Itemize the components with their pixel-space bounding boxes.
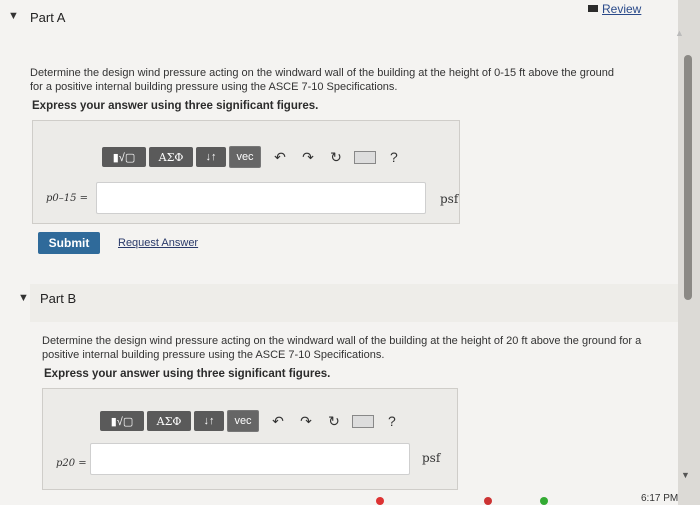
part-a-instruction: Express your answer using three signific… [32,100,319,112]
part-a-unit: psf [440,192,459,206]
vector-button[interactable]: vec [227,410,259,432]
arrows-button[interactable]: ↓↑ [194,411,224,431]
collapse-caret-part-a[interactable]: ▼ [8,10,19,22]
chevron-down-icon[interactable]: ▼ [681,470,690,480]
keyboard-icon[interactable] [352,414,374,428]
part-b-unit: psf [422,451,441,465]
part-b-header-band [30,284,678,322]
keyboard-icon[interactable] [354,150,376,164]
undo-icon[interactable]: ↶ [266,413,290,430]
part-a-variable-label: p0–15 = [46,193,89,204]
submit-button[interactable]: Submit [38,232,100,254]
taskbar-app-icon[interactable] [540,497,548,505]
vector-button[interactable]: vec [229,146,261,168]
part-a-question: Determine the design wind pressure actin… [30,67,614,93]
redo-icon[interactable]: ↷ [296,149,320,166]
greek-letters-button[interactable]: ΑΣΦ [149,147,193,167]
part-b-variable-label: p20 = [56,458,87,469]
scrollbar-thumb[interactable] [684,55,692,300]
review-label: Review [602,2,642,16]
help-icon[interactable]: ? [390,149,398,165]
system-clock: 6:17 PM [641,493,679,504]
part-b-math-toolbar: ▮√▢ ΑΣΦ ↓↑ vec ↶ ↷ ↻ ? [100,410,396,432]
part-a-math-toolbar: ▮√▢ ΑΣΦ ↓↑ vec ↶ ↷ ↻ ? [102,146,398,168]
greek-letters-button[interactable]: ΑΣΦ [147,411,191,431]
part-b-answer-input[interactable] [90,443,410,475]
review-link[interactable]: Review [588,2,641,16]
reset-icon[interactable]: ↻ [324,149,348,166]
screen: ▼ Part A Review Determine the design win… [0,0,678,505]
taskbar-app-icon[interactable] [484,497,492,505]
undo-icon[interactable]: ↶ [268,149,292,166]
redo-icon[interactable]: ↷ [294,413,318,430]
chevron-up-icon[interactable]: ▲ [675,28,684,38]
part-a-title: Part A [30,10,66,25]
part-b-title: Part B [40,291,77,306]
templates-button[interactable]: ▮√▢ [102,147,146,167]
taskbar-app-icon[interactable] [376,497,384,505]
part-a-answer-input[interactable] [96,182,426,214]
request-answer-link[interactable]: Request Answer [118,237,198,249]
reset-icon[interactable]: ↻ [322,413,346,430]
arrows-button[interactable]: ↓↑ [196,147,226,167]
templates-button[interactable]: ▮√▢ [100,411,144,431]
review-icon [588,5,598,12]
help-icon[interactable]: ? [388,413,396,429]
part-b-instruction: Express your answer using three signific… [44,368,331,380]
collapse-caret-part-b[interactable]: ▼ [18,292,29,304]
part-b-question: Determine the design wind pressure actin… [42,335,642,361]
